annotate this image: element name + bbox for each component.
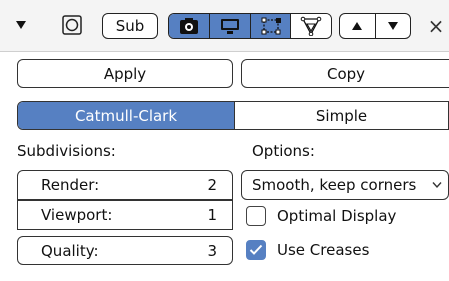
copy-button[interactable]: Copy <box>241 59 449 88</box>
editmode-vertices-icon <box>261 17 281 35</box>
move-buttons <box>339 13 411 39</box>
quality-label: Quality: <box>41 241 99 260</box>
quality-value: 3 <box>207 241 217 260</box>
monitor-icon <box>221 19 240 34</box>
close-icon: × <box>427 14 445 38</box>
triangle-down-icon <box>387 22 398 30</box>
apply-button[interactable]: Apply <box>17 59 233 88</box>
render-levels-label: Render: <box>41 176 100 194</box>
visibility-toggles <box>168 13 332 39</box>
viewport-levels-field[interactable]: Viewport: 1 <box>17 200 233 230</box>
tab-simple-label: Simple <box>315 106 368 125</box>
render-levels-field[interactable]: Render: 2 <box>17 170 233 200</box>
viewport-levels-label: Viewport: <box>41 206 113 224</box>
viewport-toggle[interactable] <box>209 14 250 38</box>
cage-icon <box>300 16 322 36</box>
close-button[interactable]: × <box>425 13 447 39</box>
tab-catmull-clark-label: Catmull-Clark <box>74 106 178 125</box>
options-heading: Options: <box>252 142 315 160</box>
move-down-button[interactable] <box>374 14 410 38</box>
render-levels-value: 2 <box>207 176 217 194</box>
uv-smooth-value: Smooth, keep corners <box>252 176 417 194</box>
checkmark-icon <box>249 244 263 255</box>
move-up-button[interactable] <box>340 14 375 38</box>
chevron-down-icon <box>432 182 442 189</box>
modifier-header: Sub × <box>0 0 449 52</box>
triangle-up-icon <box>352 22 363 30</box>
render-toggle[interactable] <box>169 14 210 38</box>
viewport-levels-value: 1 <box>207 206 217 224</box>
camera-icon <box>180 18 199 34</box>
optimal-display-label[interactable]: Optimal Display <box>277 207 396 225</box>
collapse-toggle[interactable] <box>10 13 32 37</box>
triangle-down-icon <box>16 21 26 29</box>
subdivision-type-tabs: Catmull-Clark Simple <box>17 101 449 130</box>
tab-simple[interactable]: Simple <box>234 102 448 129</box>
subdivisions-heading: Subdivisions: <box>17 142 116 160</box>
use-creases-label[interactable]: Use Creases <box>277 241 369 259</box>
modifier-name-field[interactable]: Sub <box>102 13 158 39</box>
uv-smooth-dropdown[interactable]: Smooth, keep corners <box>241 170 449 200</box>
quality-field[interactable]: Quality: 3 <box>17 236 233 265</box>
tab-catmull-clark[interactable]: Catmull-Clark <box>18 102 234 129</box>
editmode-toggle[interactable] <box>249 14 291 38</box>
modifier-name-text: Sub <box>115 17 145 35</box>
copy-label: Copy <box>326 64 366 83</box>
enable-toggle[interactable] <box>60 13 84 37</box>
ring-icon <box>62 15 82 35</box>
optimal-display-checkbox[interactable] <box>246 206 266 226</box>
cage-toggle[interactable] <box>290 14 331 38</box>
apply-label: Apply <box>103 64 147 83</box>
use-creases-checkbox[interactable] <box>246 240 266 260</box>
subdivision-modifier-panel: Sub × Apply Copy Catmull-Clark Simple Su… <box>0 0 449 281</box>
